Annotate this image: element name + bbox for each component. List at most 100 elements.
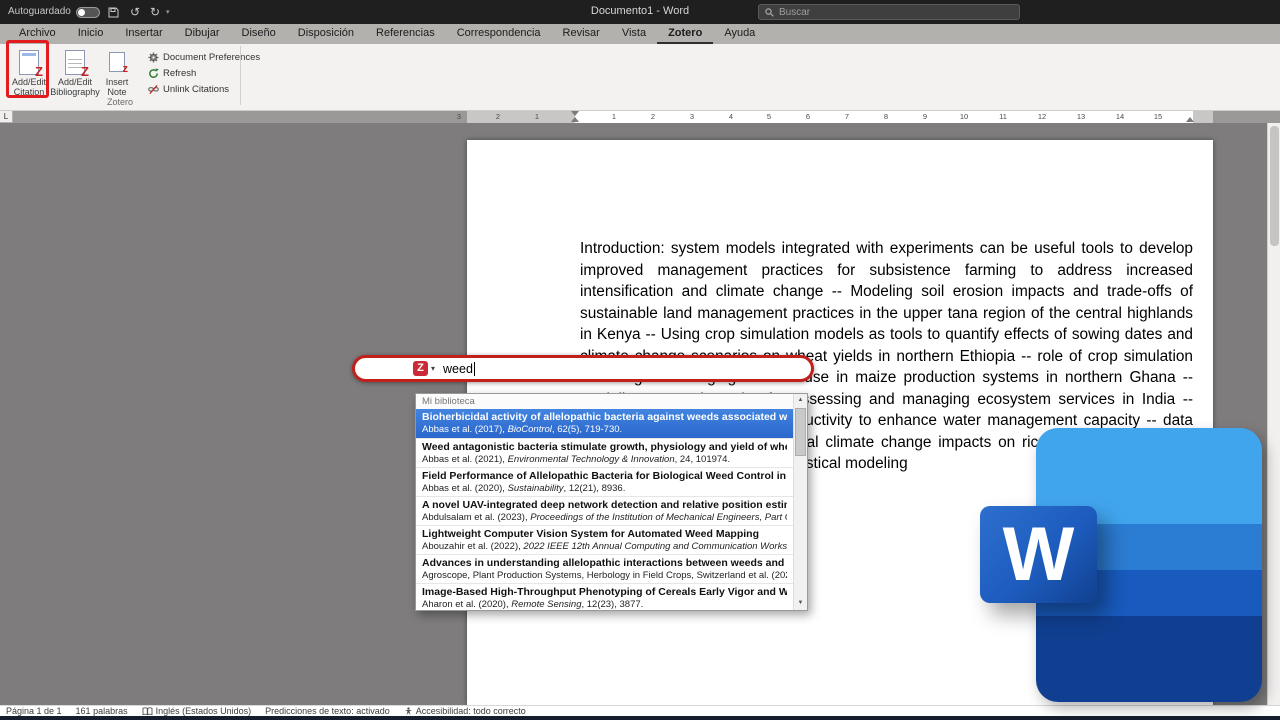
citation-authors: Abouzahir et al. (2022), [422, 541, 523, 552]
citation-result[interactable]: Image-Based High-Throughput Phenotyping … [416, 583, 793, 610]
results-list: Bioherbicidal activity of allelopathic b… [416, 409, 793, 610]
redo-icon[interactable]: ↻ [150, 4, 160, 20]
language-status[interactable]: Inglés (Estados Unidos) [142, 706, 252, 716]
tab-diseno[interactable]: Diseño [231, 24, 287, 44]
title-bar: Autoguardado ↺ ↻ ▾ Documento1 - Word Bus… [0, 0, 1280, 24]
tab-vista[interactable]: Vista [611, 24, 657, 44]
word-window: Autoguardado ↺ ↻ ▾ Documento1 - Word Bus… [0, 0, 1280, 720]
undo-icon[interactable]: ↺ [130, 4, 140, 20]
citation-meta: Aharon et al. (2020), Remote Sensing, 12… [422, 599, 787, 610]
word-logo: W [980, 428, 1264, 702]
tab-correspondencia[interactable]: Correspondencia [446, 24, 552, 44]
tab-ayuda[interactable]: Ayuda [713, 24, 766, 44]
citation-title: Lightweight Computer Vision System for A… [422, 528, 787, 541]
citation-title: Weed antagonistic bacteria stimulate gro… [422, 441, 787, 454]
word-count[interactable]: 161 palabras [76, 706, 128, 716]
right-indent-marker[interactable] [1186, 117, 1194, 122]
tab-insertar[interactable]: Insertar [114, 24, 173, 44]
tab-revisar[interactable]: Revisar [552, 24, 611, 44]
tab-inicio[interactable]: Inicio [67, 24, 115, 44]
citation-pages: , 12(21), 8936. [564, 483, 626, 494]
button-label: Insert [106, 77, 129, 87]
scroll-up-icon[interactable]: ▲ [794, 394, 807, 407]
ribbon: Z Add/Edit Citation Z Add/Edit Bibliogra… [0, 44, 1280, 111]
ruler-number: 2 [490, 111, 506, 123]
citation-authors: Abbas et al. (2017), [422, 424, 508, 435]
ruler-right-margin [1193, 111, 1213, 123]
dropdown-scrollbar[interactable]: ▲ ▼ [793, 394, 807, 610]
page-count[interactable]: Página 1 de 1 [6, 706, 62, 716]
button-label: Note [107, 87, 126, 97]
zotero-group-label: Zotero [0, 97, 240, 107]
ruler-number: 2 [645, 111, 661, 123]
gear-icon [148, 52, 159, 63]
citation-result[interactable]: Advances in understanding allelopathic i… [416, 554, 793, 583]
tab-stop-selector[interactable]: L [0, 111, 13, 123]
accessibility-label: Accesibilidad: todo correcto [416, 706, 526, 716]
citation-journal: Environmental Technology & Innovation [508, 454, 675, 465]
library-header: Mi biblioteca [416, 394, 807, 409]
zotero-citation-input[interactable]: Z ▾ weed [352, 355, 814, 382]
autosave-label: Autoguardado [8, 6, 71, 17]
vertical-scrollbar[interactable] [1267, 123, 1280, 705]
button-label: Bibliography [50, 87, 100, 97]
ribbon-tab-row: Archivo Inicio Insertar Dibujar Diseño D… [0, 24, 1280, 44]
left-indent-marker[interactable] [571, 117, 579, 122]
citation-search-query: weed [443, 362, 473, 376]
citation-meta: Agroscope, Plant Production Systems, Her… [422, 570, 787, 582]
horizontal-ruler: 3 2 1 1 2 3 4 5 6 7 8 9 10 11 12 13 14 1… [0, 111, 1280, 123]
citation-title: Advances in understanding allelopathic i… [422, 557, 787, 570]
insert-note-icon: z [109, 47, 125, 77]
citation-title: A novel UAV-integrated deep network dete… [422, 499, 787, 512]
zotero-menu-caret-icon[interactable]: ▾ [431, 364, 435, 373]
taskbar-edge [0, 716, 1280, 720]
accessibility-icon [404, 707, 413, 716]
citation-journal: Proceedings of the Institution of Mechan… [530, 512, 787, 523]
autosave-toggle[interactable] [76, 7, 100, 18]
refresh-button[interactable]: Refresh [148, 65, 260, 81]
button-label: Add/Edit [58, 77, 92, 87]
first-line-indent-marker[interactable] [571, 111, 579, 116]
tab-dibujar[interactable]: Dibujar [174, 24, 231, 44]
citation-result[interactable]: A novel UAV-integrated deep network dete… [416, 496, 793, 525]
unlink-citations-button[interactable]: Unlink Citations [148, 81, 260, 97]
tab-zotero[interactable]: Zotero [657, 24, 713, 44]
ruler-left-margin [467, 111, 575, 123]
accessibility-status[interactable]: Accesibilidad: todo correcto [404, 706, 526, 716]
insert-note-button[interactable]: z Insert Note [100, 47, 134, 103]
search-placeholder: Buscar [779, 7, 810, 18]
ruler-number: 14 [1112, 111, 1128, 123]
tab-disposicion[interactable]: Disposición [287, 24, 365, 44]
zotero-small-buttons: Document Preferences Refresh Unlink Cita… [148, 49, 260, 97]
text-predictions-status[interactable]: Predicciones de texto: activado [265, 706, 390, 716]
document-preferences-button[interactable]: Document Preferences [148, 49, 260, 65]
search-input[interactable]: Buscar [758, 4, 1020, 20]
search-icon [765, 8, 774, 17]
citation-result[interactable]: Bioherbicidal activity of allelopathic b… [416, 409, 793, 438]
citation-result[interactable]: Weed antagonistic bacteria stimulate gro… [416, 438, 793, 467]
ruler-number: 3 [451, 111, 467, 123]
ruler-number: 4 [723, 111, 739, 123]
group-divider [240, 46, 241, 105]
ruler-number: 13 [1073, 111, 1089, 123]
citation-title: Bioherbicidal activity of allelopathic b… [422, 411, 787, 424]
dropdown-scrollbar-thumb[interactable] [795, 408, 806, 456]
citation-result[interactable]: Lightweight Computer Vision System for A… [416, 525, 793, 554]
add-edit-bibliography-button[interactable]: Z Add/Edit Bibliography [52, 47, 98, 103]
citation-result[interactable]: Field Performance of Allelopathic Bacter… [416, 467, 793, 496]
ruler-number: 7 [839, 111, 855, 123]
citation-meta: Abouzahir et al. (2022), 2022 IEEE 12th … [422, 541, 787, 553]
scroll-down-icon[interactable]: ▼ [794, 597, 807, 610]
tab-referencias[interactable]: Referencias [365, 24, 446, 44]
ruler-number: 1 [529, 111, 545, 123]
save-icon[interactable] [108, 6, 119, 22]
citation-authors: Abdulsalam et al. (2023), [422, 512, 530, 523]
scrollbar-thumb[interactable] [1270, 126, 1279, 246]
ruler-number: 11 [995, 111, 1011, 123]
ruler-number: 6 [800, 111, 816, 123]
ruler-number: 8 [878, 111, 894, 123]
proofing-book-icon [142, 707, 153, 716]
zotero-logo-icon[interactable]: Z [413, 361, 428, 376]
qat-caret-icon[interactable]: ▾ [166, 8, 170, 16]
ruler-number: 12 [1034, 111, 1050, 123]
